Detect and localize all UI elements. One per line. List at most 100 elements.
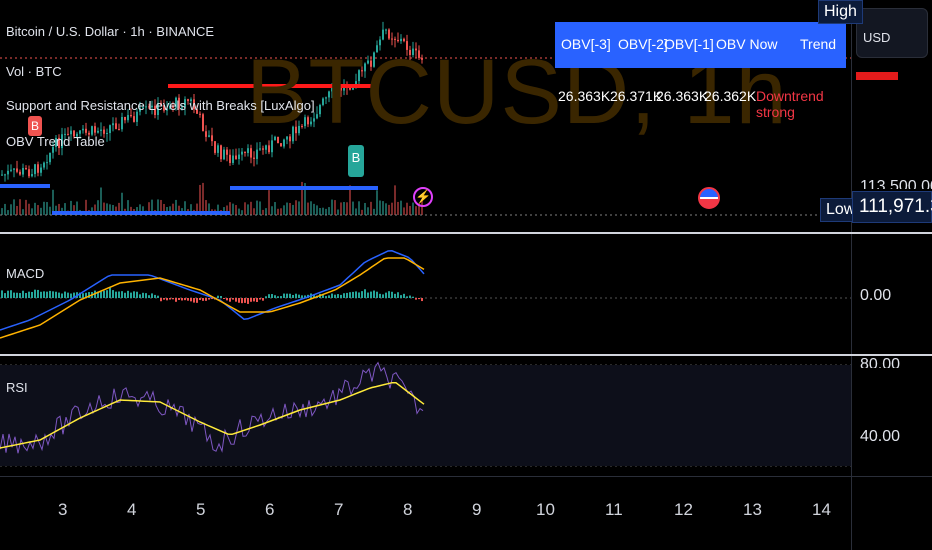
us-flag-event-icon[interactable] bbox=[698, 187, 720, 209]
macd-histogram-bar bbox=[289, 293, 291, 298]
volume-bar bbox=[100, 187, 102, 215]
macd-histogram-bar bbox=[34, 289, 36, 298]
time-axis-label: 11 bbox=[605, 500, 623, 519]
macd-histogram-bar bbox=[244, 298, 246, 303]
luxalgo-indicator-legend[interactable]: Support and Resistance Levels with Break… bbox=[6, 98, 315, 113]
macd-line bbox=[0, 250, 425, 331]
volume-bar bbox=[313, 203, 315, 215]
obv-indicator-legend[interactable]: OBV Trend Table bbox=[6, 134, 105, 149]
macd-histogram-bar bbox=[250, 298, 252, 302]
currency-selector[interactable]: USD bbox=[856, 8, 928, 58]
volume-bar bbox=[253, 208, 255, 215]
candle-body bbox=[127, 115, 129, 121]
macd-histogram-bar bbox=[10, 290, 12, 298]
macd-histogram-bar bbox=[373, 290, 375, 298]
time-axis-label: 10 bbox=[536, 500, 555, 519]
volume-bar bbox=[277, 208, 279, 215]
macd-histogram-bar bbox=[37, 289, 39, 298]
time-axis-label: 4 bbox=[127, 500, 137, 519]
macd-histogram-bar bbox=[226, 298, 228, 301]
macd-histogram-bar bbox=[103, 290, 105, 298]
macd-histogram-bar bbox=[184, 298, 186, 301]
macd-histogram-bar bbox=[229, 298, 231, 302]
volume-bar bbox=[241, 210, 243, 215]
obv-value-cell: 26.371K bbox=[610, 88, 663, 104]
macd-histogram-bar bbox=[127, 290, 129, 298]
macd-histogram-bar bbox=[193, 298, 195, 303]
candle-body bbox=[235, 155, 237, 160]
time-axis-label: 14 bbox=[812, 500, 831, 519]
rsi-upper-label: 80.00 bbox=[860, 356, 901, 368]
macd-histogram-bar bbox=[166, 298, 168, 301]
candle-body bbox=[202, 114, 204, 132]
candle-body bbox=[232, 155, 234, 163]
volume-bar bbox=[379, 200, 381, 215]
macd-histogram-bar bbox=[7, 290, 9, 298]
candle-body bbox=[49, 152, 51, 163]
macd-histogram-bar bbox=[223, 298, 225, 299]
macd-histogram-bar bbox=[187, 298, 189, 301]
candle-body bbox=[37, 164, 39, 173]
pane-separator[interactable] bbox=[0, 232, 932, 234]
macd-histogram-bar bbox=[172, 298, 174, 300]
volume-bar bbox=[262, 209, 264, 215]
macd-histogram-bar bbox=[265, 296, 267, 298]
volume-bar bbox=[268, 190, 270, 215]
macd-histogram-bar bbox=[343, 293, 345, 298]
macd-histogram-bar bbox=[118, 291, 120, 298]
high-label: High bbox=[818, 0, 863, 24]
pane-separator[interactable] bbox=[0, 354, 932, 356]
macd-histogram-bar bbox=[283, 293, 285, 298]
macd-histogram-bar bbox=[205, 298, 207, 301]
macd-histogram-bar bbox=[112, 290, 114, 298]
symbol-title[interactable]: Bitcoin / U.S. Dollar · 1h · BINANCE bbox=[6, 24, 214, 39]
obv-header-col: Trend bbox=[800, 36, 837, 52]
volume-bar bbox=[283, 205, 285, 215]
macd-zero-label: 0.00 bbox=[860, 287, 892, 304]
tradingview-chart-window: { "header": { "symbol_line": "Bitcoin / … bbox=[0, 0, 932, 550]
volume-indicator-legend[interactable]: Vol · BTC bbox=[6, 64, 62, 79]
candle-body bbox=[34, 164, 36, 175]
macd-histogram-bar bbox=[388, 291, 390, 298]
volume-bar bbox=[232, 203, 234, 215]
candle-body bbox=[85, 128, 87, 133]
macd-legend[interactable]: MACD bbox=[6, 266, 44, 281]
volume-bar bbox=[25, 199, 27, 215]
volume-bar bbox=[316, 205, 318, 215]
volume-bar bbox=[352, 201, 354, 215]
volume-bar bbox=[46, 202, 48, 215]
volume-bar bbox=[16, 205, 18, 215]
low-price-value: 111,971.32 bbox=[852, 191, 932, 223]
lightning-event-icon[interactable]: ⚡ bbox=[413, 187, 433, 207]
candle-body bbox=[100, 129, 102, 131]
macd-histogram-bar bbox=[31, 291, 33, 298]
macd-histogram-bar bbox=[124, 292, 126, 298]
macd-histogram-bar bbox=[268, 294, 270, 298]
candle-body bbox=[22, 167, 24, 175]
candle-body bbox=[28, 169, 30, 177]
volume-bar bbox=[334, 200, 336, 215]
volume-bar bbox=[274, 202, 276, 215]
macd-histogram-bar bbox=[262, 298, 264, 301]
macd-histogram-bar bbox=[142, 292, 144, 298]
volume-bar bbox=[292, 204, 294, 215]
volume-bar bbox=[328, 207, 330, 215]
rsi-legend[interactable]: RSI bbox=[6, 380, 28, 395]
macd-histogram-bar bbox=[391, 291, 393, 298]
macd-histogram-bar bbox=[334, 294, 336, 298]
candle-body bbox=[268, 145, 270, 153]
obv-value-cell: 26.363K bbox=[558, 88, 611, 104]
macd-histogram-bar bbox=[49, 290, 51, 298]
candle-body bbox=[13, 168, 15, 170]
candle-body bbox=[223, 149, 225, 160]
macd-histogram-bar bbox=[394, 293, 396, 298]
macd-histogram-bar bbox=[4, 293, 6, 298]
macd-histogram-bar bbox=[148, 295, 150, 298]
macd-histogram-bar bbox=[220, 295, 222, 298]
macd-histogram-bar bbox=[145, 293, 147, 298]
volume-bar bbox=[331, 199, 333, 215]
macd-histogram-bar bbox=[235, 298, 237, 302]
candle-body bbox=[133, 116, 135, 122]
volume-bar bbox=[412, 202, 414, 215]
candle-body bbox=[241, 151, 243, 155]
